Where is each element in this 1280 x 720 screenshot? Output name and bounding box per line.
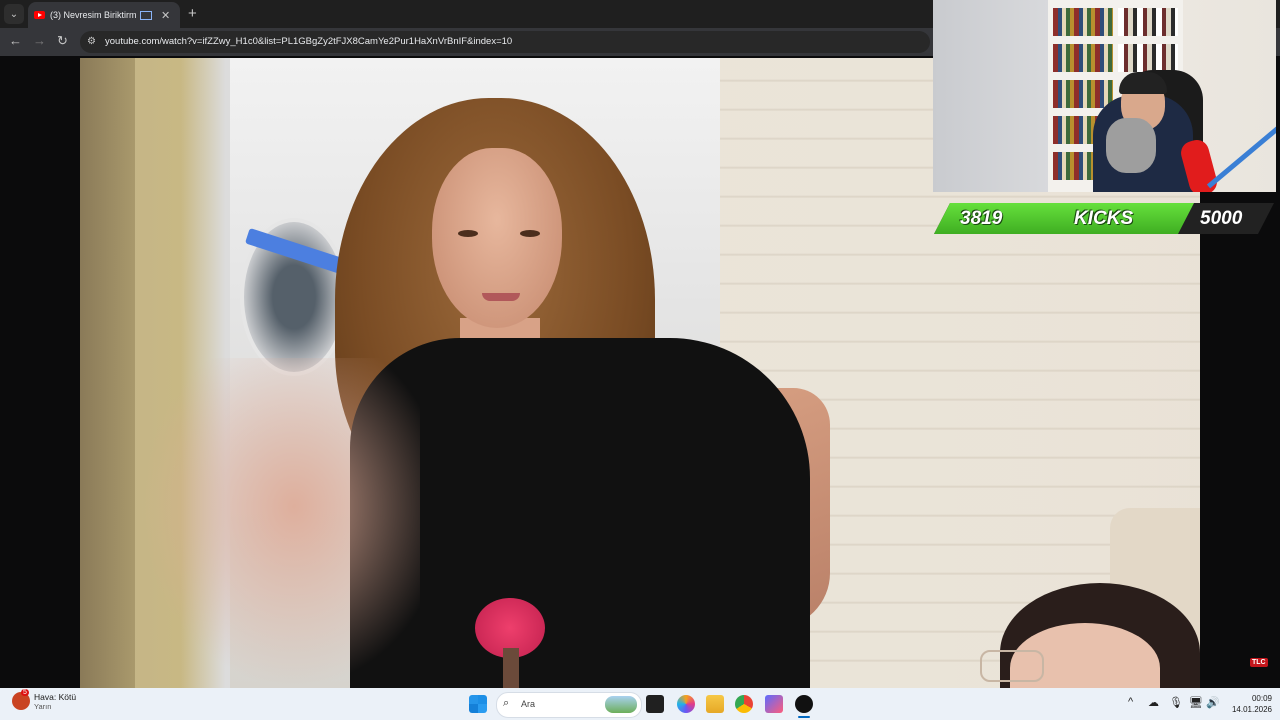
network-icon[interactable]: 🖥	[1189, 696, 1203, 709]
youtube-favicon-icon	[34, 11, 45, 19]
books-row	[1118, 44, 1178, 72]
back-arrow-icon[interactable]: ←	[9, 33, 22, 48]
volume-icon[interactable]: 🔊	[1206, 696, 1220, 709]
kicks-goal-bar: 3819 KICKS 5000	[934, 203, 1274, 234]
weather-badge: 5	[21, 689, 29, 696]
new-tab-plus-icon[interactable]: +	[188, 5, 197, 22]
active-app-indicator	[798, 716, 810, 718]
taskbar-search-input[interactable]: ⌕ Ara	[496, 692, 642, 718]
tab-search-chevron-down-icon[interactable]: ⌄	[4, 4, 24, 24]
kicks-label: KICKS	[1074, 208, 1134, 229]
weather-subtitle: Yarın	[34, 702, 52, 711]
tab-title: (3) Nevresim Biriktirme Ba	[50, 10, 136, 20]
books-row	[1118, 8, 1178, 36]
taskbar-clock[interactable]: 00:09 14.01.2026	[1220, 693, 1272, 715]
address-bar[interactable]: ⚙ youtube.com/watch?v=ifZZwy_H1c0&list=P…	[80, 31, 930, 53]
search-icon: ⌕	[503, 697, 510, 709]
reload-icon[interactable]: ↻	[57, 33, 68, 49]
copilot-icon[interactable]	[677, 695, 695, 713]
woman-face	[432, 148, 562, 328]
site-info-icon[interactable]: ⚙	[87, 36, 96, 47]
microphone-icon[interactable]: 🎙	[1169, 696, 1183, 709]
browser-tab-youtube[interactable]: (3) Nevresim Biriktirme Ba ✕	[28, 2, 180, 28]
search-placeholder: Ara	[521, 699, 536, 709]
windows-taskbar: 5 Hava: Kötü Yarın ⌕ Ara ^ ☁ 🎙 🖥 🔊 00:09…	[0, 688, 1280, 720]
streamer-hair	[1119, 72, 1167, 94]
books-row	[1053, 44, 1113, 72]
door-frame	[80, 58, 135, 688]
left-eye	[458, 230, 478, 237]
clock-time: 00:09	[1251, 694, 1272, 703]
search-highlight-image	[605, 696, 637, 713]
weather-widget[interactable]: 5 Hava: Kötü Yarın	[12, 689, 77, 712]
url-text[interactable]: youtube.com/watch?v=ifZZwy_H1c0&list=PL1…	[105, 36, 512, 47]
smile	[482, 293, 520, 301]
tlc-watermark: TLC	[1250, 658, 1268, 667]
clock-date: 14.01.2026	[1231, 705, 1272, 714]
glasses	[980, 650, 1044, 682]
tray-overflow-chevron-icon[interactable]: ^	[1128, 696, 1133, 708]
pendant-trunk	[503, 648, 519, 688]
books-row	[1053, 8, 1113, 36]
weather-icon: 5	[12, 689, 30, 710]
start-icon[interactable]	[469, 695, 487, 713]
chrome-icon[interactable]	[735, 695, 753, 713]
kicks-goal-count: 5000	[1200, 208, 1243, 229]
tab-close-icon[interactable]: ✕	[161, 9, 170, 22]
mic-arm	[1206, 126, 1276, 189]
cat	[1106, 118, 1156, 173]
streamer-webcam	[933, 0, 1276, 192]
obs-icon[interactable]	[795, 695, 813, 713]
forward-arrow-icon[interactable]: →	[33, 33, 46, 48]
blurred-hand	[140, 358, 420, 688]
casting-icon	[140, 10, 152, 20]
file-explorer-icon[interactable]	[706, 695, 724, 713]
terminal-icon[interactable]	[646, 695, 664, 713]
kicks-current-count: 3819	[960, 208, 1003, 229]
right-eye	[520, 230, 540, 237]
books-row	[1053, 80, 1113, 108]
snipping-tool-icon[interactable]	[765, 695, 783, 713]
onedrive-cloud-icon[interactable]: ☁	[1148, 696, 1159, 709]
weather-title: Hava: Kötü	[34, 692, 77, 702]
